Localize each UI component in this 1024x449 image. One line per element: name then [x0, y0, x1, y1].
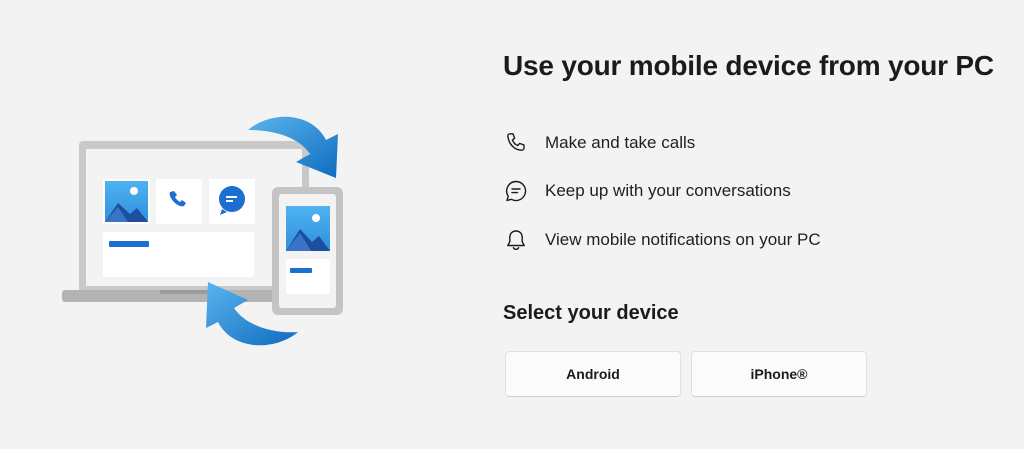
feature-label: View mobile notifications on your PC — [545, 230, 821, 249]
feature-item-notifications: View mobile notifications on your PC — [503, 225, 821, 255]
feature-label: Keep up with your conversations — [545, 181, 791, 200]
select-device-heading: Select your device — [503, 302, 679, 324]
page-title: Use your mobile device from your PC — [503, 50, 994, 81]
feature-label: Make and take calls — [545, 133, 696, 152]
feature-item-conversations: Keep up with your conversations — [503, 176, 791, 206]
hero-illustration — [62, 116, 343, 346]
message-tile-icon — [209, 179, 255, 224]
chat-icon — [503, 178, 529, 204]
android-button[interactable]: Android — [505, 351, 681, 397]
phone-icon — [503, 130, 529, 156]
phone-tile-icon — [156, 179, 202, 224]
laptop-card — [103, 232, 254, 277]
phone-image-icon — [286, 206, 330, 251]
feature-item-calls: Make and take calls — [503, 128, 695, 158]
bell-icon — [503, 227, 529, 253]
phone-graphic — [272, 187, 343, 315]
iphone-button[interactable]: iPhone® — [691, 351, 867, 397]
image-tile-icon — [103, 179, 150, 224]
